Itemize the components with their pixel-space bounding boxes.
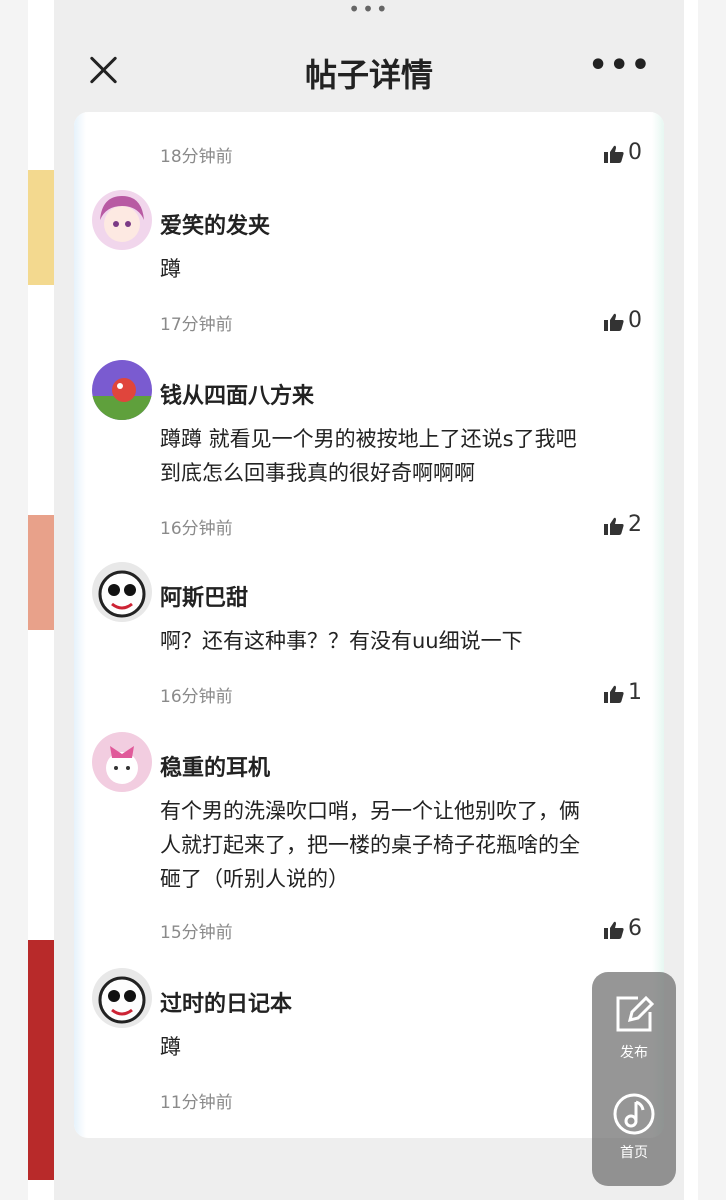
background-block bbox=[28, 170, 54, 285]
avatar[interactable] bbox=[92, 732, 152, 792]
like-button[interactable]: 1 bbox=[604, 680, 642, 705]
home-button[interactable]: 首页 bbox=[592, 1092, 676, 1162]
comment-username[interactable]: 爱笑的发夹 bbox=[160, 208, 270, 240]
thumbs-up-icon bbox=[604, 684, 624, 703]
like-button[interactable]: 2 bbox=[604, 512, 642, 537]
comments-card: 18分钟前 0 爱笑的发夹 蹲 17分钟前 0 钱从四面八方来 蹲蹲 就看见一个… bbox=[74, 112, 664, 1138]
like-button[interactable]: 6 bbox=[604, 916, 642, 941]
comment-username[interactable]: 阿斯巴甜 bbox=[160, 580, 248, 612]
comment-username[interactable]: 钱从四面八方来 bbox=[160, 378, 314, 410]
publish-label: 发布 bbox=[620, 1045, 648, 1061]
comment-time: 15分钟前 bbox=[160, 923, 233, 943]
comment-text: 蹲蹲 就看见一个男的被按地上了还说s了我吧 到底怎么回事我真的很好奇啊啊啊 bbox=[160, 422, 630, 490]
avatar[interactable] bbox=[92, 968, 152, 1028]
comment-text-line: 到底怎么回事我真的很好奇啊啊啊 bbox=[160, 461, 475, 485]
floating-action-panel: 发布 首页 bbox=[592, 972, 676, 1186]
avatar[interactable] bbox=[92, 190, 152, 250]
comment-text-line: 有个男的洗澡吹口哨，另一个让他别吹了，俩 bbox=[160, 799, 580, 823]
background-page-left bbox=[0, 0, 28, 1200]
comment-username[interactable]: 稳重的耳机 bbox=[160, 750, 270, 782]
thumbs-up-icon bbox=[604, 312, 624, 331]
avatar[interactable] bbox=[92, 562, 152, 622]
like-count: 6 bbox=[628, 916, 642, 941]
comment-text-line: 砸了（听别人说的） bbox=[160, 867, 349, 891]
avatar[interactable] bbox=[92, 360, 152, 420]
thumbs-up-icon bbox=[604, 144, 624, 163]
background-block bbox=[28, 940, 54, 1180]
like-count: 1 bbox=[628, 680, 642, 705]
comment-text-line: 蹲蹲 就看见一个男的被按地上了还说s了我吧 bbox=[160, 427, 577, 451]
comment-time: 17分钟前 bbox=[160, 315, 233, 335]
thumbs-up-icon bbox=[604, 516, 624, 535]
like-count: 0 bbox=[628, 308, 642, 333]
home-label: 首页 bbox=[620, 1145, 648, 1161]
like-button[interactable]: 0 bbox=[604, 140, 642, 165]
comment-time: 11分钟前 bbox=[160, 1093, 233, 1113]
comment-time: 16分钟前 bbox=[160, 519, 233, 539]
publish-button[interactable]: 发布 bbox=[592, 992, 676, 1062]
comment-time: 18分钟前 bbox=[160, 147, 233, 167]
comment-text: 啊？还有这种事？？有没有uu细说一下 bbox=[160, 629, 523, 653]
edit-icon bbox=[612, 992, 656, 1036]
more-button[interactable]: ••• bbox=[588, 48, 652, 83]
thumbs-up-icon bbox=[604, 920, 624, 939]
like-count: 2 bbox=[628, 512, 642, 537]
comment-text-line: 人就打起来了，把一楼的桌子椅子花瓶啥的全 bbox=[160, 833, 580, 857]
post-detail-sheet: ••• 帖子详情 ••• 18分钟前 0 爱笑的发夹 蹲 17分钟前 0 钱从四… bbox=[54, 0, 684, 1200]
sheet-header: 帖子详情 ••• bbox=[54, 30, 684, 110]
comment-text: 蹲 bbox=[160, 1035, 181, 1059]
like-button[interactable]: 0 bbox=[604, 308, 642, 333]
like-count: 0 bbox=[628, 140, 642, 165]
comment-text: 蹲 bbox=[160, 257, 181, 281]
background-page-right bbox=[698, 0, 726, 1200]
comment-time: 16分钟前 bbox=[160, 687, 233, 707]
music-note-icon bbox=[612, 1092, 656, 1136]
drag-handle[interactable]: ••• bbox=[348, 0, 389, 19]
comment-text: 有个男的洗澡吹口哨，另一个让他别吹了，俩 人就打起来了，把一楼的桌子椅子花瓶啥的… bbox=[160, 794, 630, 896]
comment-username[interactable]: 过时的日记本 bbox=[160, 986, 292, 1018]
background-block bbox=[28, 515, 54, 630]
